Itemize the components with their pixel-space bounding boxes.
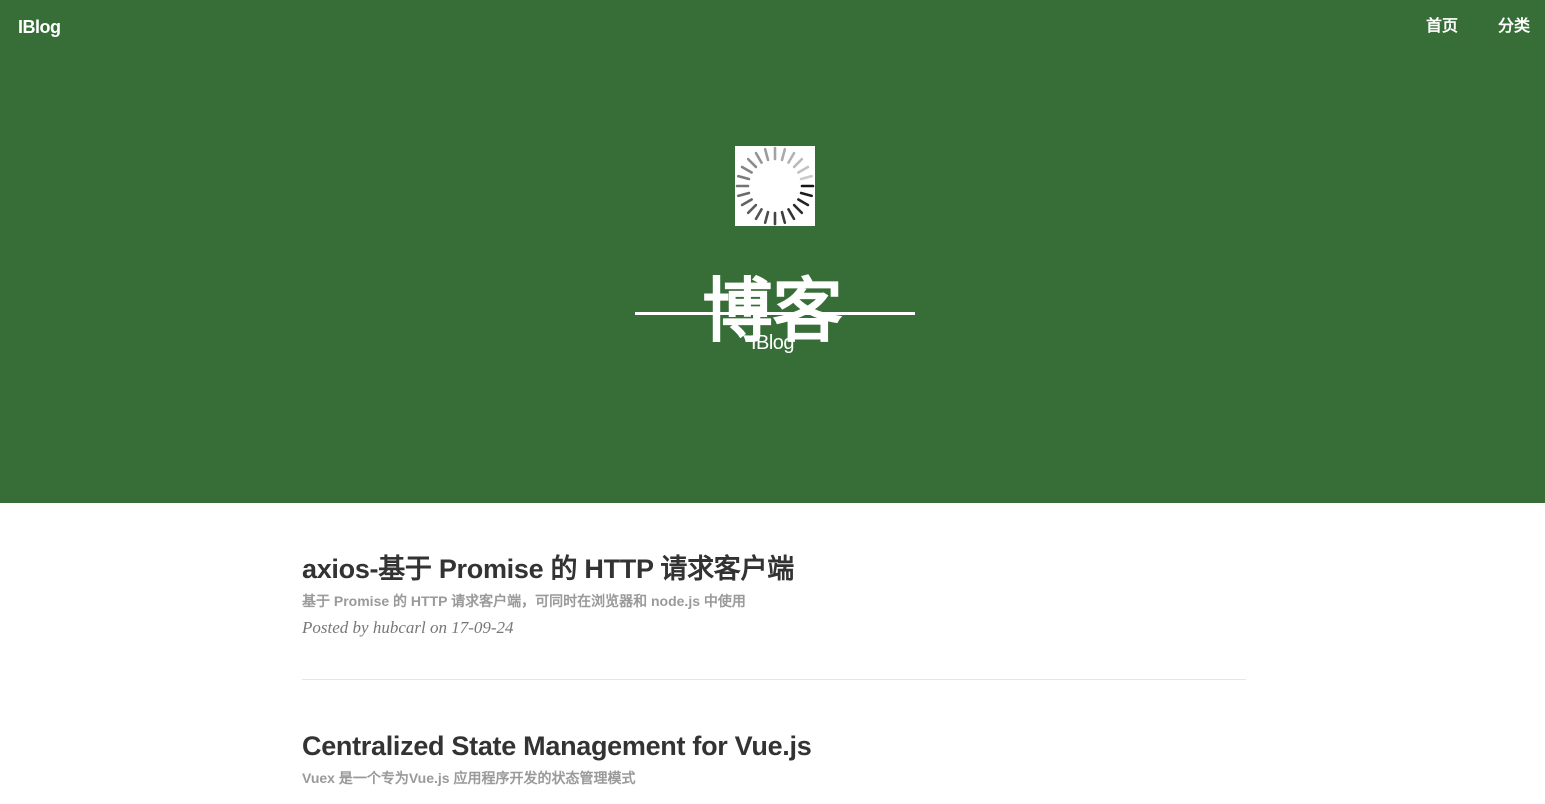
avatar xyxy=(735,146,815,226)
spinner-spoke xyxy=(736,191,751,198)
spinner-spoke xyxy=(780,210,787,225)
spinner-spoke xyxy=(799,174,814,181)
spinner-spoke xyxy=(787,151,796,164)
spinner-spoke xyxy=(787,208,796,221)
post-preview: Centralized State Management for Vue.js … xyxy=(302,728,1246,788)
spinner-spoke xyxy=(797,198,810,207)
hero-header: IBlog 首页 分类 博客 IBlog xyxy=(0,0,1545,503)
nav-link-home[interactable]: 首页 xyxy=(1426,14,1458,40)
spinner-spoke xyxy=(746,203,758,215)
spinner-spoke xyxy=(763,147,770,162)
post-meta: Posted by hubcarl on 17-09-24 xyxy=(302,618,514,637)
spinner-spoke xyxy=(746,157,758,169)
spinner-spoke xyxy=(797,165,810,174)
post-title-link[interactable]: Centralized State Management for Vue.js xyxy=(302,728,1246,764)
hero-divider xyxy=(635,312,915,315)
main-nav: 首页 分类 xyxy=(1426,14,1530,40)
post-preview: axios-基于 Promise 的 HTTP 请求客户端 基于 Promise… xyxy=(302,551,1246,639)
post-subtitle: 基于 Promise 的 HTTP 请求客户端，可同时在浏览器和 node.js… xyxy=(302,593,746,609)
post-title-link[interactable]: axios-基于 Promise 的 HTTP 请求客户端 xyxy=(302,551,1246,587)
spinner-spoke xyxy=(792,203,804,215)
brand-link[interactable]: IBlog xyxy=(18,14,61,40)
spinner-spoke xyxy=(754,151,763,164)
spinner-spoke xyxy=(740,198,753,207)
spinner-spoke xyxy=(799,191,814,198)
spinner-spoke xyxy=(792,157,804,169)
spinner-spoke xyxy=(740,165,753,174)
spinner-spoke xyxy=(736,174,751,181)
loading-spinner-icon xyxy=(735,146,815,226)
post-subtitle: Vuex 是一个专为Vue.js 应用程序开发的状态管理模式 xyxy=(302,770,636,786)
spinner-spoke xyxy=(763,210,770,225)
spinner-spoke xyxy=(754,208,763,221)
post-divider xyxy=(302,679,1246,680)
nav-link-categories[interactable]: 分类 xyxy=(1498,14,1530,40)
hero-subtitle: IBlog xyxy=(750,332,795,354)
spinner-spoke xyxy=(780,147,787,162)
